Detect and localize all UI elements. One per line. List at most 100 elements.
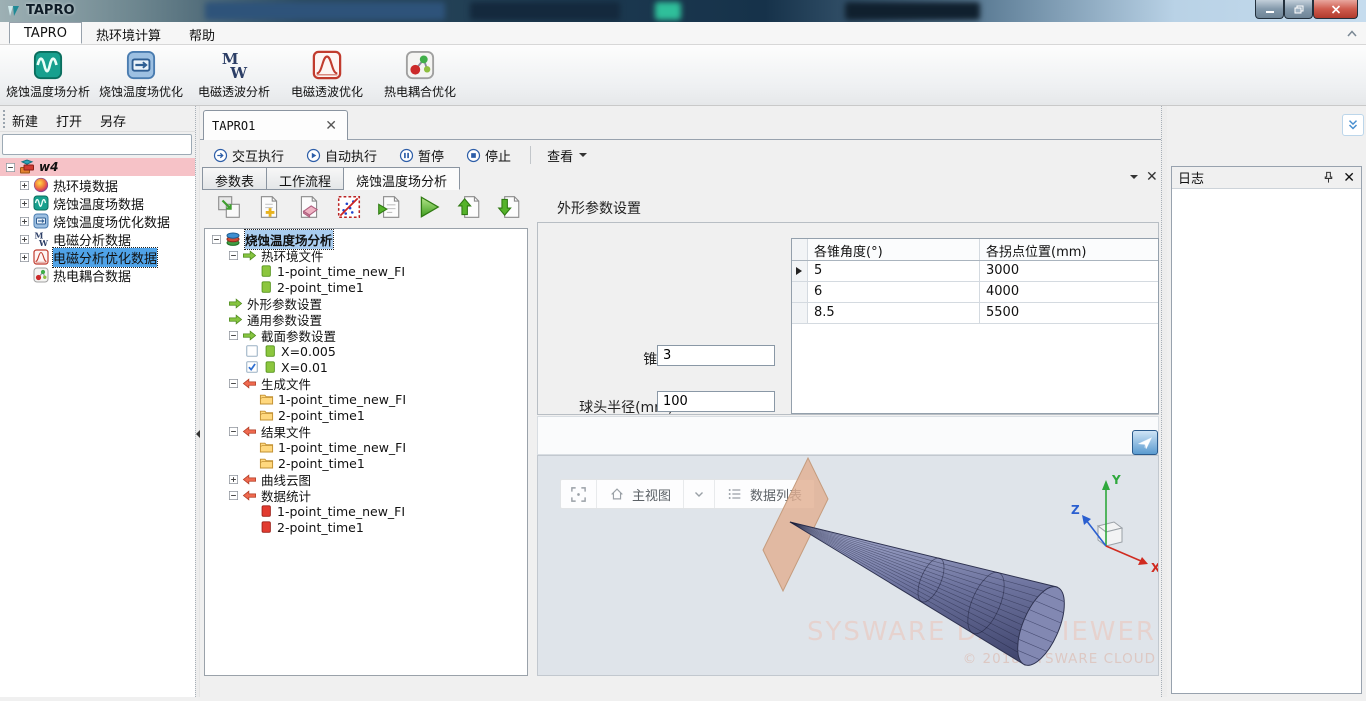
analysis-tab-1[interactable]: 工作流程 (267, 167, 344, 190)
analysis-node-16[interactable]: 数据统计 (205, 487, 527, 503)
add-page-button[interactable] (253, 192, 285, 222)
ribbon-button-0[interactable]: 烧蚀温度场分析 (3, 46, 93, 104)
cell-angle[interactable]: 8.5 (808, 303, 980, 323)
document-tab[interactable]: TAPRO1 ✕ (203, 110, 348, 140)
project-tree: w4热环境数据烧蚀温度场数据烧蚀温度场优化数据MW电磁分析数据电磁分析优化数据热… (0, 158, 195, 697)
project-item-0[interactable]: 热环境数据 (0, 176, 195, 194)
analysis-node-17[interactable]: 1-point_time_new_FI (205, 503, 527, 519)
analysis-node-1[interactable]: 热环境文件 (205, 247, 527, 263)
run-button[interactable] (413, 192, 445, 222)
log-panel: 日志 ✕ (1167, 106, 1366, 697)
log-header: 日志 ✕ (1172, 167, 1361, 189)
analysis-node-8[interactable]: X=0.01 (205, 359, 527, 375)
cell-position[interactable]: 5500 (980, 303, 1158, 323)
analysis-node-6[interactable]: 截面参数设置 (205, 327, 527, 343)
page-up-button[interactable] (453, 192, 485, 222)
cell-position[interactable]: 3000 (980, 261, 1158, 281)
menu-item-1[interactable]: 热环境计算 (82, 22, 175, 44)
table-row-2[interactable]: 8.55500 (792, 303, 1158, 324)
col-header-angle[interactable]: 各锥角度(°) (808, 239, 980, 260)
analysis-toolbar (213, 192, 533, 224)
project-item-2[interactable]: 烧蚀温度场优化数据 (0, 212, 195, 230)
main-view-button[interactable]: 主视图 (597, 480, 684, 508)
view-menu-button[interactable]: 查看 (541, 144, 593, 167)
project-button-1[interactable]: 打开 (53, 109, 85, 132)
analysis-node-7[interactable]: X=0.005 (205, 343, 527, 359)
plot-button[interactable] (333, 192, 365, 222)
project-button-2[interactable]: 另存 (97, 109, 129, 132)
analysis-node-15[interactable]: 曲线云图 (205, 471, 527, 487)
analysis-node-9[interactable]: 生成文件 (205, 375, 527, 391)
expand-panel-button[interactable] (1342, 114, 1364, 136)
close-button[interactable] (1313, 0, 1358, 19)
tree-label: 1-point_time_new_FI (278, 392, 406, 407)
ribbon-button-2[interactable]: MW电磁透波分析 (189, 46, 279, 104)
project-filter-input[interactable] (2, 134, 192, 155)
coupling-icon (405, 50, 435, 80)
exp-minus-icon (228, 490, 239, 501)
svg-text:Y: Y (1111, 473, 1121, 487)
col-header-position[interactable]: 各拐点位置(mm) (980, 239, 1158, 260)
analysis-node-10[interactable]: 1-point_time_new_FI (205, 391, 527, 407)
restore-button[interactable] (1284, 0, 1313, 19)
analysis-tab-0[interactable]: 参数表 (202, 167, 267, 190)
exec-button-2[interactable]: 暂停 (396, 144, 447, 167)
view-dropdown-button[interactable] (684, 480, 715, 508)
nose-radius-input[interactable] (657, 391, 775, 412)
project-item-3[interactable]: MW电磁分析数据 (0, 230, 195, 248)
menu-item-0[interactable]: TAPRO (9, 22, 82, 44)
project-toolbar: 新建打开另存 (0, 106, 195, 132)
project-item-5[interactable]: 热电耦合数据 (0, 266, 195, 284)
cone-count-input[interactable] (657, 345, 775, 366)
erase-button[interactable] (293, 192, 325, 222)
minimize-button[interactable] (1255, 0, 1284, 19)
project-root[interactable]: w4 (0, 158, 195, 176)
analysis-node-14[interactable]: 2-point_time1 (205, 455, 527, 471)
analysis-node-5[interactable]: 通用参数设置 (205, 311, 527, 327)
analysis-node-2[interactable]: 1-point_time_new_FI (205, 263, 527, 279)
analysis-node-0[interactable]: 烧蚀温度场分析 (205, 231, 527, 247)
analysis-node-11[interactable]: 2-point_time1 (205, 407, 527, 423)
exec-button-3[interactable]: 停止 (463, 144, 514, 167)
document-tab-close-icon[interactable]: ✕ (323, 118, 339, 134)
analysis-tab-2[interactable]: 烧蚀温度场分析 (344, 167, 460, 190)
analysis-node-18[interactable]: 2-point_time1 (205, 519, 527, 535)
analysis-node-13[interactable]: 1-point_time_new_FI (205, 439, 527, 455)
ribbon-button-1[interactable]: 烧蚀温度场优化 (96, 46, 186, 104)
table-row-1[interactable]: 64000 (792, 282, 1158, 303)
cell-angle[interactable]: 6 (808, 282, 980, 302)
exec-button-0[interactable]: 交互执行 (210, 144, 287, 167)
page-up-icon (456, 194, 482, 220)
circle-pause-icon (399, 148, 414, 163)
tab-close-icon[interactable]: ✕ (1146, 169, 1158, 185)
project-item-4[interactable]: 电磁分析优化数据 (0, 248, 195, 266)
exp-plus-icon (19, 180, 30, 191)
page-down-icon (496, 194, 522, 220)
import-button[interactable] (213, 192, 245, 222)
fit-view-button[interactable] (561, 480, 597, 508)
exec-button-1[interactable]: 自动执行 (303, 144, 380, 167)
cell-position[interactable]: 4000 (980, 282, 1158, 302)
ribbon-button-3[interactable]: 电磁透波优化 (282, 46, 372, 104)
pin-icon[interactable] (1322, 171, 1335, 184)
home-icon (609, 486, 625, 502)
collapse-ribbon-icon[interactable] (1344, 26, 1360, 42)
tree-label: 2-point_time1 (277, 520, 364, 535)
table-row-0[interactable]: 53000 (792, 261, 1158, 282)
row-marker-header (792, 239, 808, 260)
toolbar-grip[interactable] (3, 110, 6, 128)
open-viewer-button[interactable] (1132, 430, 1158, 455)
tree-label: 电磁分析优化数据 (53, 248, 157, 267)
menu-item-2[interactable]: 帮助 (175, 22, 229, 44)
run-page-button[interactable] (373, 192, 405, 222)
data-list-button[interactable]: 数据列表 (715, 480, 814, 508)
project-button-0[interactable]: 新建 (9, 109, 41, 132)
page-down-button[interactable] (493, 192, 525, 222)
log-close-icon[interactable]: ✕ (1343, 170, 1355, 186)
ribbon-label: 电磁透波优化 (282, 83, 372, 100)
tab-list-dropdown-icon[interactable] (1130, 175, 1138, 183)
analysis-node-12[interactable]: 结果文件 (205, 423, 527, 439)
project-item-1[interactable]: 烧蚀温度场数据 (0, 194, 195, 212)
cell-angle[interactable]: 5 (808, 261, 980, 281)
ribbon-button-4[interactable]: 热电耦合优化 (375, 46, 465, 104)
